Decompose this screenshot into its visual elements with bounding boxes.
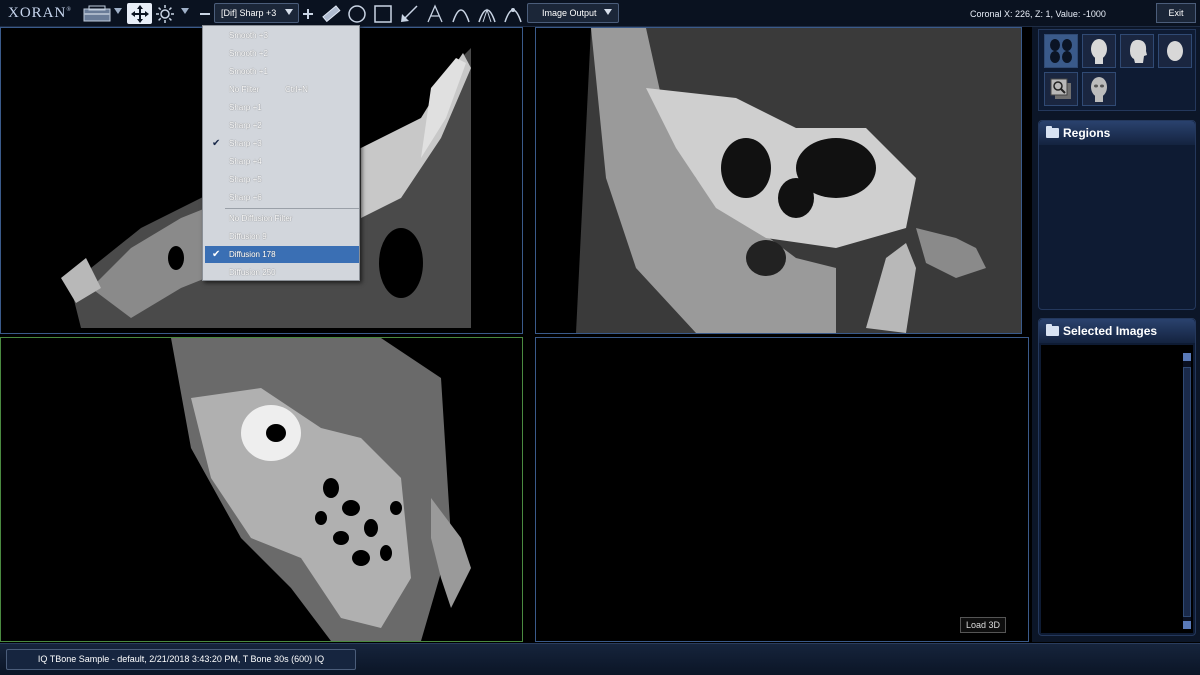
curve-icon[interactable] [502, 3, 524, 24]
filter-menu-item-label: Smooth +2 [229, 49, 268, 58]
filter-menu-item[interactable]: Sharp +2 [205, 117, 359, 134]
filter-menu-item[interactable]: ✔ Sharp +3 [205, 135, 359, 152]
filter-menu-item-shortcut: Ctrl+N [285, 85, 308, 94]
head-3d-icon[interactable] [1082, 72, 1116, 106]
folder-icon [1046, 324, 1059, 336]
minus-icon[interactable] [198, 3, 212, 24]
filter-menu-item-label: Sharp +2 [229, 121, 262, 130]
brightness-caret-icon[interactable] [181, 8, 189, 14]
filter-menu-item-label: Sharp +4 [229, 157, 262, 166]
ellipse-icon[interactable] [346, 3, 368, 24]
filter-menu-item[interactable]: Smooth +3 [205, 27, 359, 44]
study-info[interactable]: IQ TBone Sample - default, 2/21/2018 3:4… [6, 649, 356, 670]
brightness-icon[interactable] [154, 3, 176, 24]
chevron-down-icon [604, 9, 612, 15]
coordinate-readout: Coronal X: 226, Z: 1, Value: -1000 [970, 9, 1106, 19]
filter-menu-item-label: Sharp +5 [229, 175, 262, 184]
viewport-3d[interactable] [535, 337, 1029, 642]
folder-icon [1046, 126, 1059, 138]
filter-menu-item[interactable]: Sharp +5 [205, 171, 359, 188]
chevron-down-icon [285, 9, 293, 15]
toolbar: XORAN® [Dif] Sharp +3 Image Output Coron… [0, 0, 1200, 27]
selected-images-header[interactable]: Selected Images [1039, 319, 1195, 343]
viewport-sagittal[interactable] [0, 337, 523, 642]
filter-dropdown-menu: Smooth +3 Smooth +2 Smooth +1 No Filter Ctrl… [202, 25, 360, 281]
regions-panel: Regions [1038, 120, 1196, 310]
filter-menu-item-label: No Diffusion Filter [229, 214, 293, 223]
filter-menu-item-label: Smooth +1 [229, 67, 268, 76]
filter-menu-item-label: No Filter [229, 85, 260, 94]
ct-image-coronal [576, 28, 1021, 333]
xoran-logo: XORAN® [8, 5, 72, 21]
filter-menu-item-label: Diffusion 9 [229, 232, 267, 241]
text-icon[interactable] [424, 3, 446, 24]
exit-button[interactable]: Exit [1156, 3, 1196, 23]
check-icon: ✔ [212, 249, 221, 260]
pan-icon[interactable] [127, 3, 152, 24]
selected-images-scrollbar[interactable] [1183, 353, 1191, 629]
filter-menu-item[interactable]: Sharp +1 [205, 99, 359, 116]
viewport-coronal[interactable] [535, 27, 1022, 334]
selected-images-list [1041, 345, 1193, 633]
filter-select[interactable]: [Dif] Sharp +3 [214, 3, 299, 23]
regions-list [1041, 147, 1193, 307]
layout-thumbnails [1038, 29, 1196, 111]
magnifier-stack-icon[interactable] [1044, 72, 1078, 106]
four-up-layout-icon[interactable] [1044, 34, 1078, 68]
image-output-button[interactable]: Image Output [527, 3, 619, 23]
filter-menu-item-label: Sharp +3 [229, 139, 262, 148]
regions-header[interactable]: Regions [1039, 121, 1195, 145]
head-front-icon[interactable] [1082, 34, 1116, 68]
toolbox-caret-icon[interactable] [114, 8, 122, 14]
arrow-icon[interactable] [398, 3, 420, 24]
rectangle-icon[interactable] [372, 3, 394, 24]
selected-images-panel: Selected Images [1038, 318, 1196, 636]
filter-menu-item[interactable]: Smooth +1 [205, 63, 359, 80]
ct-image-sagittal [171, 338, 471, 641]
head-side-icon[interactable] [1120, 34, 1154, 68]
filter-menu-item[interactable]: Diffusion 9 [205, 228, 359, 245]
check-icon: ✔ [212, 138, 221, 149]
filter-menu-item[interactable]: Sharp +4 [205, 153, 359, 170]
filter-menu-item[interactable]: Sharp +6 [205, 189, 359, 206]
filter-menu-item[interactable]: Diffusion 250 [205, 264, 359, 281]
toolbox-icon[interactable] [82, 3, 112, 24]
ruler-icon[interactable] [320, 3, 342, 24]
filter-menu-item-label: Diffusion 250 [229, 268, 276, 277]
angle-icon[interactable] [476, 3, 498, 24]
filter-menu-item[interactable]: No Filter Ctrl+N [205, 81, 359, 98]
head-top-icon[interactable] [1158, 34, 1192, 68]
filter-menu-item-label: Sharp +6 [229, 193, 262, 202]
plus-icon[interactable] [301, 3, 315, 24]
filter-menu-item-label: Smooth +3 [229, 31, 268, 40]
menu-separator [225, 208, 359, 209]
filter-menu-item-label: Diffusion 178 [229, 250, 276, 259]
status-bar: IQ TBone Sample - default, 2/21/2018 3:4… [0, 643, 1200, 675]
filter-menu-item[interactable]: Smooth +2 [205, 45, 359, 62]
filter-menu-item-label: Sharp +1 [229, 103, 262, 112]
filter-menu-item[interactable]: No Diffusion Filter [205, 210, 359, 227]
load-3d-button[interactable]: Load 3D [960, 617, 1006, 633]
arc-icon[interactable] [450, 3, 472, 24]
filter-menu-item[interactable]: ✔ Diffusion 178 [205, 246, 359, 263]
